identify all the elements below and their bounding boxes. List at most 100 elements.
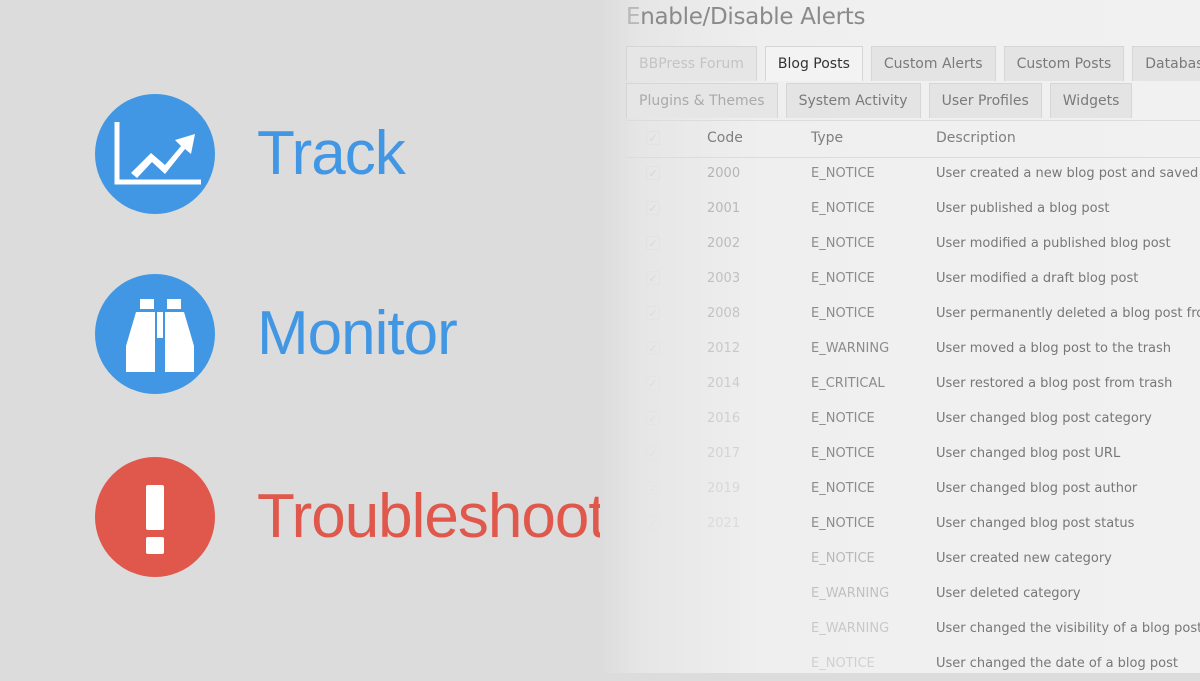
- row-description: User changed blog post category: [936, 411, 1152, 426]
- tab-bbpress-forum[interactable]: BBPress Forum: [626, 46, 757, 81]
- feature-label-troubleshoot: Troubleshoot: [257, 482, 606, 551]
- table-row: ✓ 2017 E_NOTICE User changed blog post URL: [626, 436, 1200, 471]
- tabs-row-1: BBPress Forum Blog Posts Custom Alerts C…: [626, 46, 1200, 82]
- tab-widgets[interactable]: Widgets: [1049, 83, 1133, 118]
- tab-custom-alerts[interactable]: Custom Alerts: [870, 46, 996, 81]
- tab-database[interactable]: Database: [1132, 46, 1200, 81]
- check-icon: ✓: [646, 621, 660, 635]
- table-row: ✓ E_WARNING User deleted category: [626, 576, 1200, 611]
- page-title: Enable/Disable Alerts: [626, 4, 865, 30]
- tab-system-activity[interactable]: System Activity: [785, 83, 921, 118]
- row-description: User moved a blog post to the trash: [936, 341, 1172, 356]
- row-description: User changed the visibility of a blog po…: [936, 621, 1200, 636]
- check-icon: ✓: [646, 586, 660, 600]
- row-type: E_CRITICAL: [811, 376, 885, 391]
- row-code: 2000: [707, 166, 741, 181]
- table-row: ✓ 2003 E_NOTICE User modified a draft blog …: [626, 261, 1200, 296]
- row-code: 2016: [707, 411, 741, 426]
- tab-user-profiles[interactable]: User Profiles: [928, 83, 1042, 118]
- table-row: ✓ 2021 E_NOTICE User changed blog post stat…: [626, 506, 1200, 541]
- feature-label-track: Track: [257, 119, 406, 188]
- row-checkbox[interactable]: ✓: [646, 331, 660, 366]
- exclamation-icon: [95, 457, 215, 577]
- tab-plugins-themes[interactable]: Plugins & Themes: [626, 83, 778, 118]
- table-row: ✓ 2000 E_NOTICE User created a new blog pos…: [626, 156, 1200, 191]
- select-all-checkbox[interactable]: ✓: [646, 121, 660, 155]
- row-type: E_NOTICE: [811, 656, 875, 671]
- row-checkbox[interactable]: ✓: [646, 401, 660, 436]
- row-description: User changed blog post author: [936, 481, 1138, 496]
- check-icon: ✓: [646, 201, 660, 215]
- row-code: 2019: [707, 481, 741, 496]
- row-description: User created a new blog post and saved i…: [936, 166, 1200, 181]
- table-row: ✓ 2008 E_NOTICE User permanently deleted a …: [626, 296, 1200, 331]
- row-code: 2014: [707, 376, 741, 391]
- row-description: User permanently deleted a blog post fro…: [936, 306, 1200, 321]
- row-checkbox[interactable]: ✓: [646, 436, 660, 471]
- table-row: ✓ 2014 E_CRITICAL User restored a blog post…: [626, 366, 1200, 401]
- row-description: User deleted category: [936, 586, 1081, 601]
- table-row: ✓ 2019 E_NOTICE User changed blog post auth…: [626, 471, 1200, 506]
- title-rest: nable/Disable Alerts: [640, 4, 866, 30]
- check-icon: ✓: [646, 411, 660, 425]
- tab-custom-posts[interactable]: Custom Posts: [1003, 46, 1125, 81]
- alerts-panel: Enable/Disable Alerts BBPress Forum Blog…: [600, 0, 1200, 673]
- table-row: ✓ 2002 E_NOTICE User modified a published b…: [626, 226, 1200, 261]
- row-type: E_WARNING: [811, 586, 890, 601]
- check-icon: ✓: [646, 516, 660, 530]
- row-type: E_NOTICE: [811, 411, 875, 426]
- row-code: 2012: [707, 341, 741, 356]
- check-icon: ✓: [646, 341, 660, 355]
- check-icon: ✓: [646, 166, 660, 180]
- row-type: E_NOTICE: [811, 271, 875, 286]
- row-checkbox[interactable]: ✓: [646, 261, 660, 296]
- row-checkbox[interactable]: ✓: [646, 296, 660, 331]
- row-checkbox[interactable]: ✓: [646, 191, 660, 226]
- feature-troubleshoot: Troubleshoot: [95, 457, 606, 577]
- row-code: 2021: [707, 516, 741, 531]
- row-type: E_NOTICE: [811, 306, 875, 321]
- binoculars-icon: [95, 274, 215, 394]
- trend-chart-icon: [95, 94, 215, 214]
- table-header: ✓ Code Type Description: [626, 120, 1200, 158]
- title-prefix: E: [626, 4, 641, 30]
- table-row: ✓ E_NOTICE User created new category: [626, 541, 1200, 576]
- check-icon: ✓: [646, 656, 660, 670]
- header-code: Code: [707, 130, 743, 146]
- check-icon: ✓: [646, 481, 660, 495]
- row-type: E_NOTICE: [811, 201, 875, 216]
- table-row: ✓ E_WARNING User changed the visibility of…: [626, 611, 1200, 646]
- row-description: User restored a blog post from trash: [936, 376, 1173, 391]
- table-row: ✓ 2001 E_NOTICE User published a blog post: [626, 191, 1200, 226]
- check-icon: ✓: [646, 236, 660, 250]
- row-checkbox[interactable]: ✓: [646, 471, 660, 506]
- check-icon: ✓: [646, 551, 660, 565]
- row-checkbox[interactable]: ✓: [646, 156, 660, 191]
- row-description: User modified a published blog post: [936, 236, 1171, 251]
- check-icon: ✓: [646, 446, 660, 460]
- row-code: 2008: [707, 306, 741, 321]
- row-description: User published a blog post: [936, 201, 1110, 216]
- row-description: User changed blog post status: [936, 516, 1135, 531]
- row-description: User changed blog post URL: [936, 446, 1121, 461]
- row-code: 2017: [707, 446, 741, 461]
- feature-track: Track: [95, 94, 406, 214]
- tabs-row-2: Plugins & Themes System Activity User Pr…: [626, 83, 1140, 119]
- row-checkbox[interactable]: ✓: [646, 366, 660, 401]
- row-type: E_WARNING: [811, 621, 890, 636]
- feature-monitor: Monitor: [95, 274, 458, 394]
- row-code: 2003: [707, 271, 741, 286]
- tab-blog-posts[interactable]: Blog Posts: [764, 46, 863, 81]
- check-icon: ✓: [646, 271, 660, 285]
- row-type: E_NOTICE: [811, 551, 875, 566]
- row-description: User created new category: [936, 551, 1112, 566]
- row-type: E_NOTICE: [811, 481, 875, 496]
- row-checkbox[interactable]: ✓: [646, 226, 660, 261]
- row-code: 2001: [707, 201, 741, 216]
- check-icon: ✓: [646, 306, 660, 320]
- row-type: E_NOTICE: [811, 516, 875, 531]
- table-row: ✓ 2012 E_WARNING User moved a blog post to …: [626, 331, 1200, 366]
- check-icon: ✓: [646, 131, 660, 145]
- row-description: User changed the date of a blog post: [936, 656, 1178, 671]
- row-checkbox[interactable]: ✓: [646, 506, 660, 541]
